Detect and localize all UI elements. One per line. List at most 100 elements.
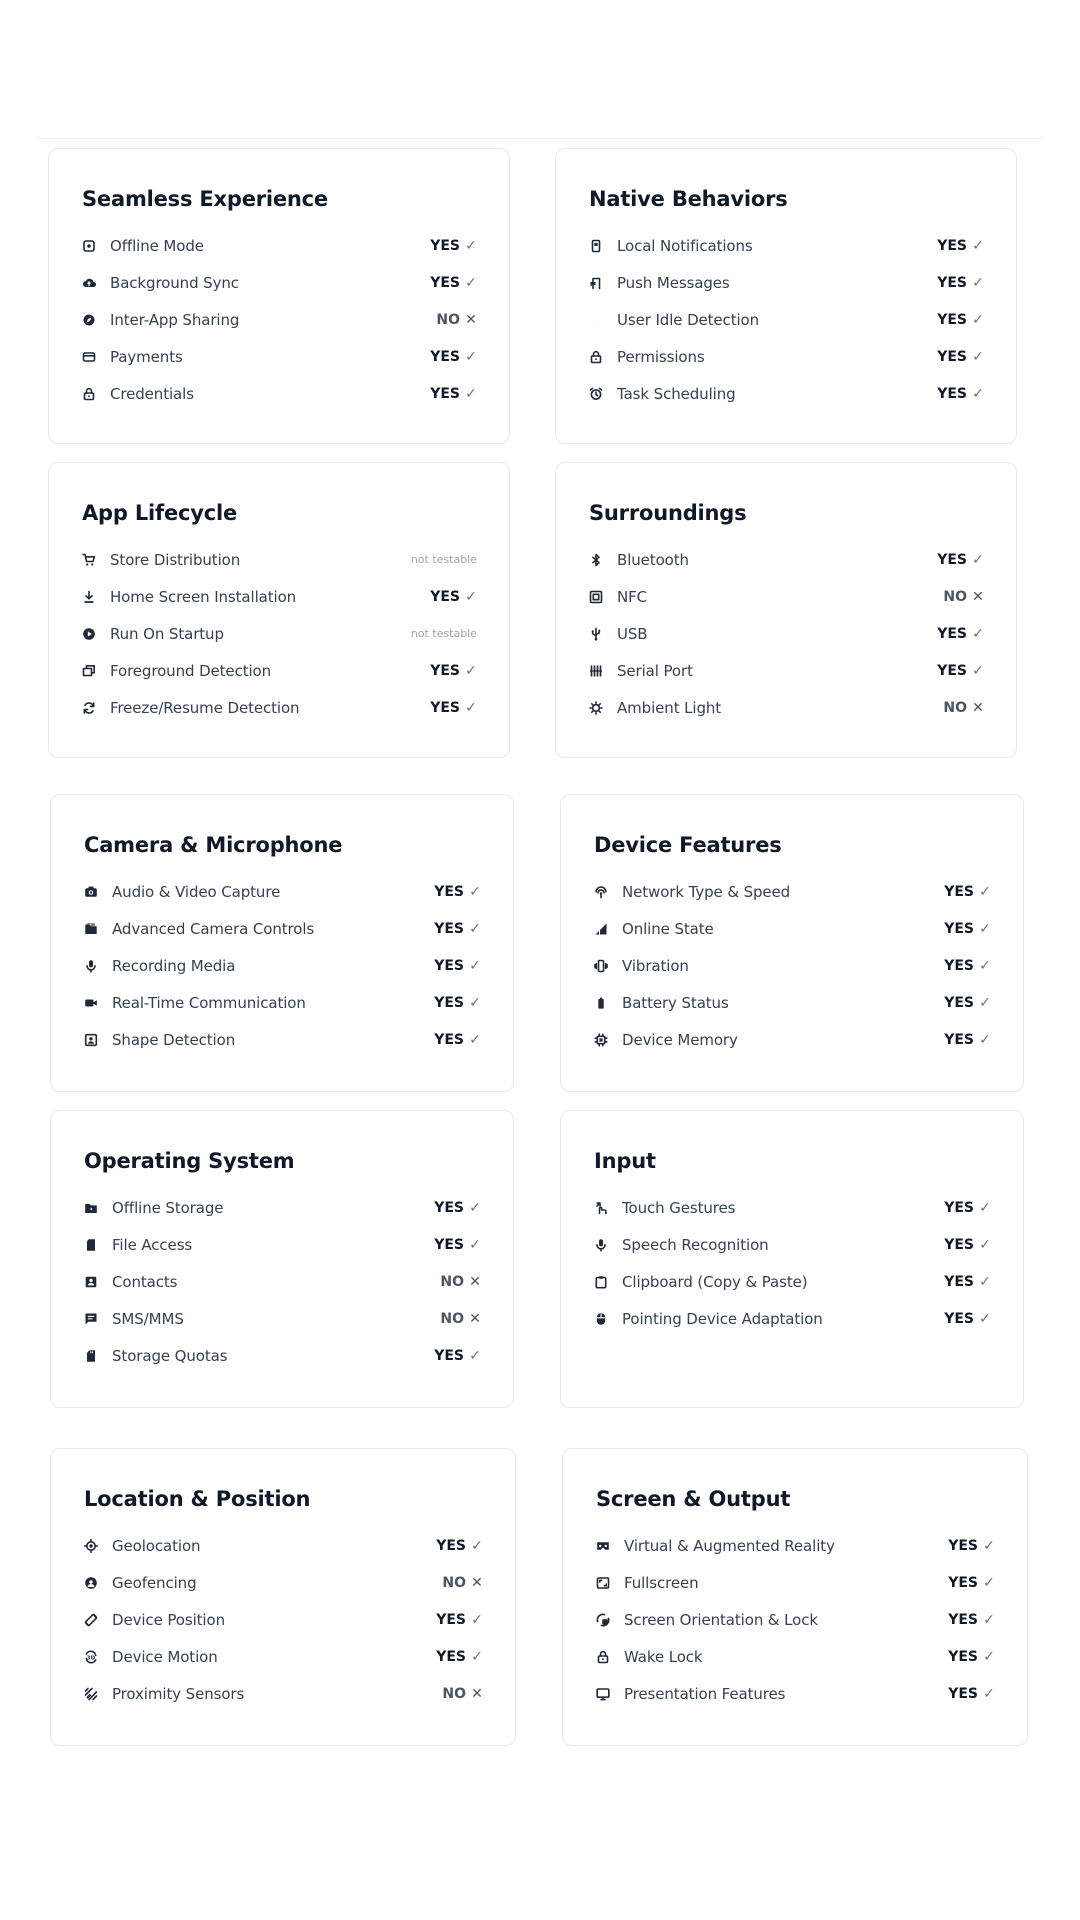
- cross-icon: ✕: [972, 699, 984, 716]
- alarm-clock-icon: [589, 387, 603, 401]
- check-icon: ✓: [469, 883, 481, 900]
- status-badge: YES ✓: [436, 1612, 483, 1628]
- feature-row: SMS/MMS NO ✕: [84, 1300, 481, 1337]
- check-icon: ✓: [465, 662, 477, 679]
- status-text: NO: [943, 699, 967, 716]
- status-badge: YES ✓: [948, 1538, 995, 1554]
- status-badge: YES ✓: [430, 349, 477, 365]
- status-text: YES: [937, 551, 967, 568]
- feature-row: Local Notifications YES ✓: [589, 227, 984, 264]
- vibration-icon: [594, 959, 608, 973]
- feature-row: Geofencing NO ✕: [84, 1564, 483, 1601]
- status-badge: YES ✓: [434, 884, 481, 900]
- status-badge: YES ✓: [430, 275, 477, 291]
- status-text: YES: [434, 1199, 464, 1216]
- monitor-icon: [596, 1687, 610, 1701]
- card-title: Input: [594, 1149, 656, 1173]
- check-icon: ✓: [469, 1347, 481, 1364]
- status-badge: YES ✓: [937, 238, 984, 254]
- check-icon: ✓: [972, 551, 984, 568]
- feature-row: Device Memory YES ✓: [594, 1021, 991, 1058]
- motion-3d-icon: 3D: [84, 1649, 98, 1664]
- check-icon: ✓: [469, 1031, 481, 1048]
- feature-label: Store Distribution: [110, 550, 241, 569]
- usb-icon: [589, 627, 603, 641]
- feature-row: Push Messages YES ✓: [589, 264, 984, 301]
- check-icon: ✓: [465, 237, 477, 254]
- card-operating-system: Operating System Offline Storage YES ✓ File …: [50, 1110, 514, 1408]
- status-badge: NO ✕: [442, 1575, 483, 1591]
- cross-icon: ✕: [469, 1273, 481, 1290]
- moon-icon: [589, 313, 603, 327]
- status-text: YES: [436, 1611, 466, 1628]
- status-text: YES: [944, 1031, 974, 1048]
- message-icon: [84, 1312, 98, 1326]
- status-badge: YES ✓: [944, 995, 991, 1011]
- status-text: YES: [430, 348, 460, 365]
- refresh-icon: [82, 701, 96, 715]
- card-title: Location & Position: [84, 1487, 311, 1511]
- offline-mode-icon: [82, 239, 96, 253]
- status-text: YES: [436, 1537, 466, 1554]
- face-frame-icon: [84, 1033, 98, 1047]
- status-text: YES: [430, 274, 460, 291]
- status-text: not testable: [410, 553, 477, 566]
- status-badge: not testable: [411, 627, 477, 640]
- status-badge: YES ✓: [948, 1686, 995, 1702]
- status-text: YES: [430, 385, 460, 402]
- status-badge: YES ✓: [436, 1649, 483, 1665]
- foreground-window-icon: [82, 664, 96, 678]
- screen-rotation-icon: [84, 1613, 98, 1627]
- check-icon: ✓: [465, 385, 477, 402]
- file-icon: [84, 1238, 98, 1252]
- check-icon: ✓: [979, 1236, 991, 1253]
- status-text: NO: [442, 1574, 466, 1591]
- geofence-icon: [84, 1576, 98, 1590]
- status-badge: YES ✓: [434, 1032, 481, 1048]
- check-icon: ✓: [465, 274, 477, 291]
- status-text: YES: [948, 1685, 978, 1702]
- feature-row: Battery Status YES ✓: [594, 984, 991, 1021]
- status-text: NO: [440, 1310, 464, 1327]
- status-text: YES: [948, 1648, 978, 1665]
- check-icon: ✓: [972, 311, 984, 328]
- card-native-behaviors: Native Behaviors Local Notifications YES ✓ P…: [555, 148, 1017, 444]
- feature-label: User Idle Detection: [617, 310, 760, 329]
- feature-row: Speech Recognition YES ✓: [594, 1226, 991, 1263]
- svg-text:3D: 3D: [87, 1655, 96, 1661]
- feature-label: Vibration: [622, 956, 689, 975]
- status-badge: YES ✓: [434, 921, 481, 937]
- feature-label: Run On Startup: [110, 624, 224, 643]
- vr-headset-icon: [596, 1539, 610, 1553]
- feature-label: Clipboard (Copy & Paste): [622, 1272, 808, 1291]
- status-badge: not testable: [411, 553, 477, 566]
- status-text: YES: [944, 1199, 974, 1216]
- check-icon: ✓: [471, 1537, 483, 1554]
- status-badge: YES ✓: [944, 1237, 991, 1253]
- card-screen-and-output: Screen & Output Virtual & Augmented Reali…: [562, 1448, 1028, 1746]
- check-icon: ✓: [979, 994, 991, 1011]
- feature-row: Payments YES ✓: [82, 338, 477, 375]
- cross-icon: ✕: [471, 1574, 483, 1591]
- feature-row: Network Type & Speed YES ✓: [594, 873, 991, 910]
- status-badge: NO ✕: [440, 1274, 481, 1290]
- feature-label: Geofencing: [112, 1573, 197, 1592]
- check-icon: ✓: [465, 699, 477, 716]
- camera-controls-icon: [84, 922, 98, 936]
- status-text: YES: [430, 588, 460, 605]
- status-text: YES: [948, 1611, 978, 1628]
- card-input: Input Touch Gestures YES ✓ Speech Recognitio…: [560, 1110, 1024, 1408]
- check-icon: ✓: [471, 1611, 483, 1628]
- status-badge: YES ✓: [937, 349, 984, 365]
- feature-label: Offline Storage: [112, 1198, 224, 1217]
- status-badge: NO ✕: [943, 700, 984, 716]
- cell-signal-icon: [594, 922, 608, 936]
- status-badge: YES ✓: [430, 386, 477, 402]
- feature-row: Vibration YES ✓: [594, 947, 991, 984]
- cross-icon: ✕: [471, 1685, 483, 1702]
- feature-row: Pointing Device Adaptation YES ✓: [594, 1300, 991, 1337]
- status-badge: YES ✓: [944, 921, 991, 937]
- feature-label: Proximity Sensors: [112, 1684, 245, 1703]
- feature-label: Touch Gestures: [622, 1198, 736, 1217]
- status-text: YES: [937, 625, 967, 642]
